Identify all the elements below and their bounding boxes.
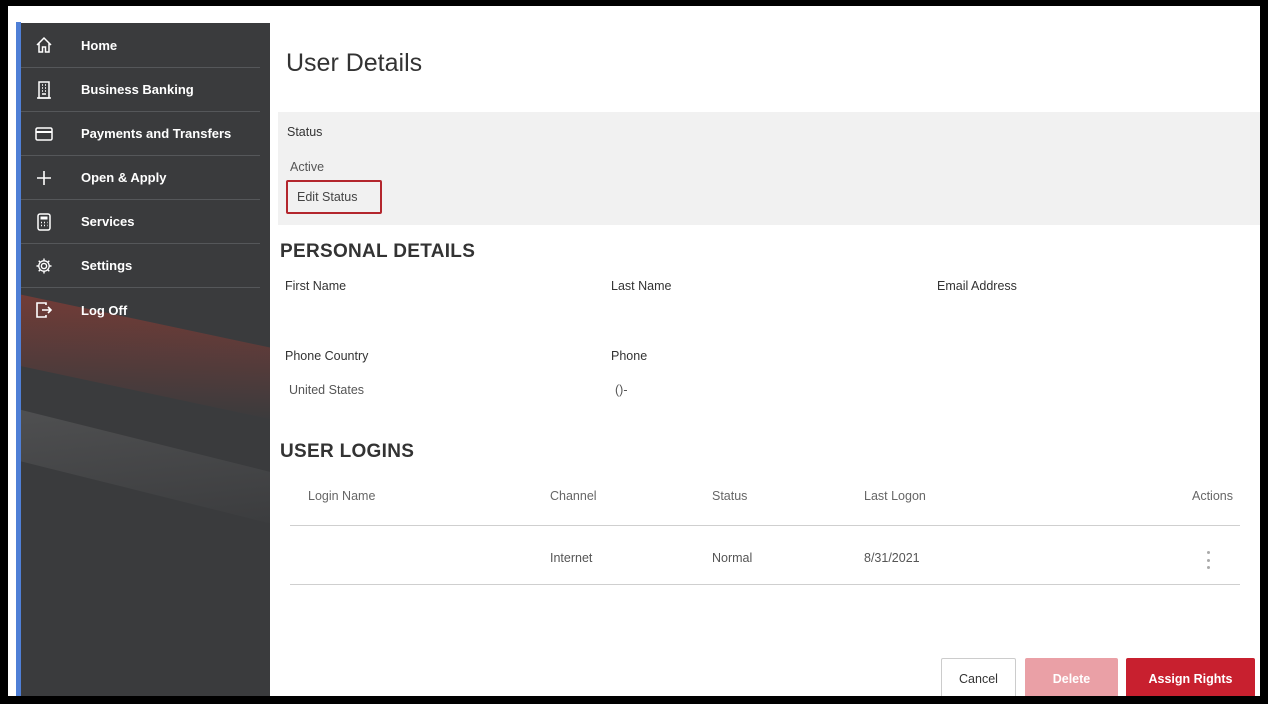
sidebar-item-payments-and-transfers[interactable]: Payments and Transfers <box>21 112 260 156</box>
calculator-icon <box>29 212 59 231</box>
last-name-label: Last Name <box>611 279 672 293</box>
phone-country-value: United States <box>289 383 365 397</box>
status-value: Active <box>290 160 325 174</box>
sidebar-item-label: Payments and Transfers <box>81 126 232 141</box>
sidebar-item-open-and-apply[interactable]: Open & Apply <box>21 156 260 200</box>
logout-icon <box>29 301 59 319</box>
sidebar-item-business-banking[interactable]: Business Banking <box>21 68 260 112</box>
sidebar-item-label: Home <box>81 37 118 53</box>
first-name-label: First Name <box>285 279 347 293</box>
sidebar-item-label: Settings <box>81 258 133 273</box>
status-label: Status <box>287 125 323 139</box>
status-panel: Status Active Edit Status <box>278 112 1260 225</box>
table-divider <box>290 525 1240 526</box>
sidebar-item-label: Business Banking <box>81 82 194 97</box>
app-window: Home Business Banking Payments and Trans… <box>8 6 1260 696</box>
sidebar-item-label: Open & Apply <box>81 170 167 185</box>
cell-status: Normal <box>712 551 753 565</box>
plus-icon <box>29 170 59 186</box>
gear-icon <box>29 257 59 275</box>
delete-button[interactable]: Delete <box>1025 658 1118 696</box>
phone-value: ()- <box>615 383 628 397</box>
personal-details-heading: PERSONAL DETAILS <box>280 241 476 262</box>
row-actions-menu-icon[interactable] <box>1202 548 1214 572</box>
edit-status-button[interactable]: Edit Status <box>286 180 382 214</box>
card-icon <box>29 126 59 141</box>
phone-country-label: Phone Country <box>285 349 369 363</box>
sidebar-item-label: Services <box>81 214 135 229</box>
table-divider <box>290 584 1240 585</box>
cell-last-logon: 8/31/2021 <box>864 551 920 565</box>
assign-rights-button[interactable]: Assign Rights <box>1126 658 1255 696</box>
column-header-last-logon: Last Logon <box>864 489 926 503</box>
sidebar-item-services[interactable]: Services <box>21 200 260 244</box>
cancel-button[interactable]: Cancel <box>941 658 1016 696</box>
user-logins-heading: USER LOGINS <box>280 441 415 462</box>
sidebar-item-label: Log Off <box>81 302 128 318</box>
sidebar: Home Business Banking Payments and Trans… <box>21 23 270 696</box>
column-header-actions: Actions <box>1192 489 1233 503</box>
sidebar-item-settings[interactable]: Settings <box>21 244 260 288</box>
email-address-label: Email Address <box>937 279 1017 293</box>
home-icon <box>29 36 59 54</box>
main-content: User Details Status Active Edit Status P… <box>270 23 1260 696</box>
column-header-login-name: Login Name <box>308 489 376 503</box>
page-title: User Details <box>286 49 423 77</box>
building-icon <box>29 80 59 99</box>
sidebar-item-log-off[interactable]: Log Off <box>21 288 260 332</box>
column-header-channel: Channel <box>550 489 597 503</box>
phone-label: Phone <box>611 349 648 363</box>
top-banner <box>8 6 1260 23</box>
sidebar-item-home[interactable]: Home <box>21 23 260 68</box>
column-header-status: Status <box>712 489 748 503</box>
cell-channel: Internet <box>550 551 593 565</box>
